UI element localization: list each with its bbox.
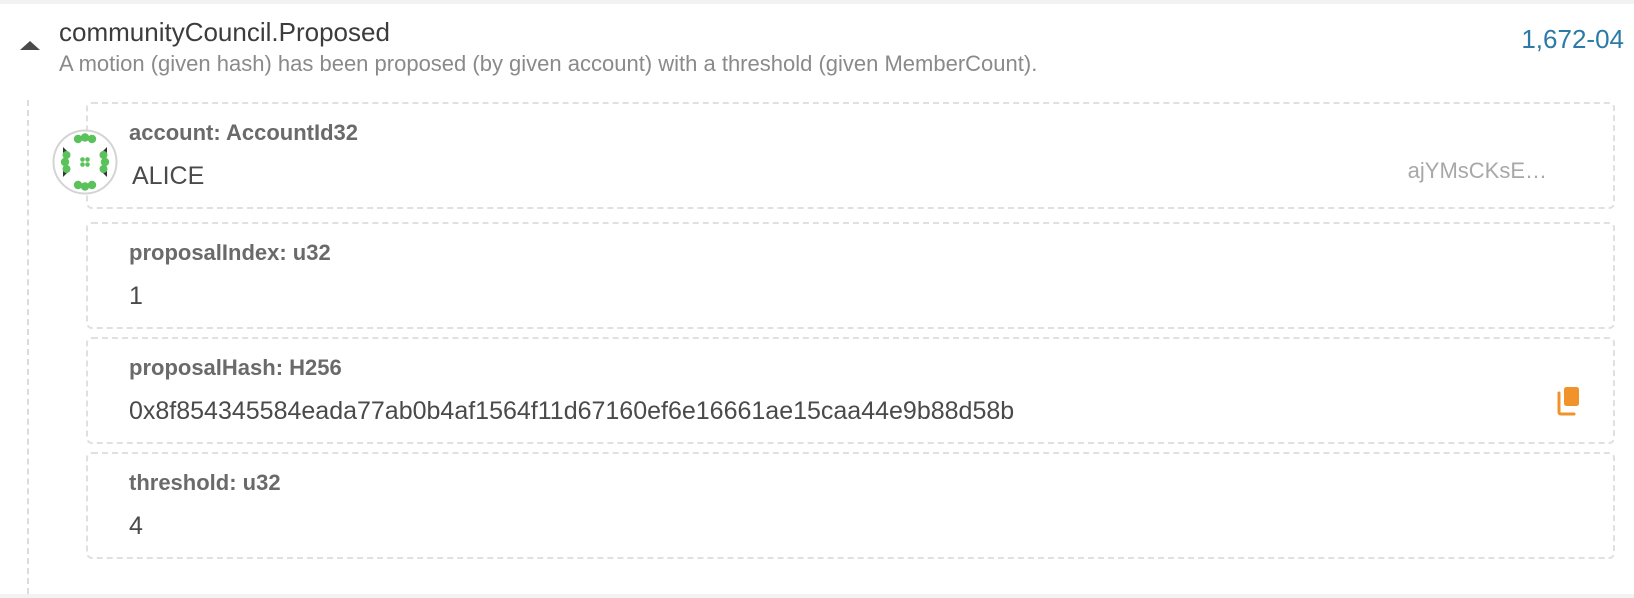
param-label: account: AccountId32: [129, 120, 358, 145]
chevron-up-icon: [20, 41, 40, 50]
param-value: 0x8f854345584eada77ab0b4af1564f11d67160e…: [129, 397, 1015, 425]
param-proposal-index: proposalIndex: u32 1: [86, 222, 1615, 329]
collapse-toggle-button[interactable]: [16, 34, 42, 56]
param-label: threshold: u32: [129, 470, 281, 495]
identicon-avatar[interactable]: [52, 129, 118, 195]
param-threshold: threshold: u32 4: [86, 452, 1615, 559]
param-value: 4: [129, 512, 143, 540]
account-address[interactable]: ajYMsCKsE…: [1408, 158, 1547, 184]
param-account: account: AccountId32 ALICE ajYMsCKsE…: [86, 102, 1615, 209]
copy-icon[interactable]: [1555, 385, 1583, 417]
param-value: 1: [129, 282, 143, 310]
event-title: communityCouncil.Proposed: [59, 17, 390, 47]
block-event-link[interactable]: 1,672-04: [1521, 24, 1624, 55]
bottom-divider: [0, 594, 1634, 598]
event-row: communityCouncil.Proposed A motion (give…: [0, 0, 1634, 598]
param-proposal-hash: proposalHash: H256 0x8f854345584eada77ab…: [86, 337, 1615, 444]
event-description: A motion (given hash) has been proposed …: [59, 51, 1038, 76]
param-label: proposalHash: H256: [129, 355, 342, 380]
account-name[interactable]: ALICE: [132, 162, 204, 191]
param-label: proposalIndex: u32: [129, 240, 331, 265]
tree-connector: [27, 100, 29, 594]
top-divider: [0, 0, 1634, 4]
